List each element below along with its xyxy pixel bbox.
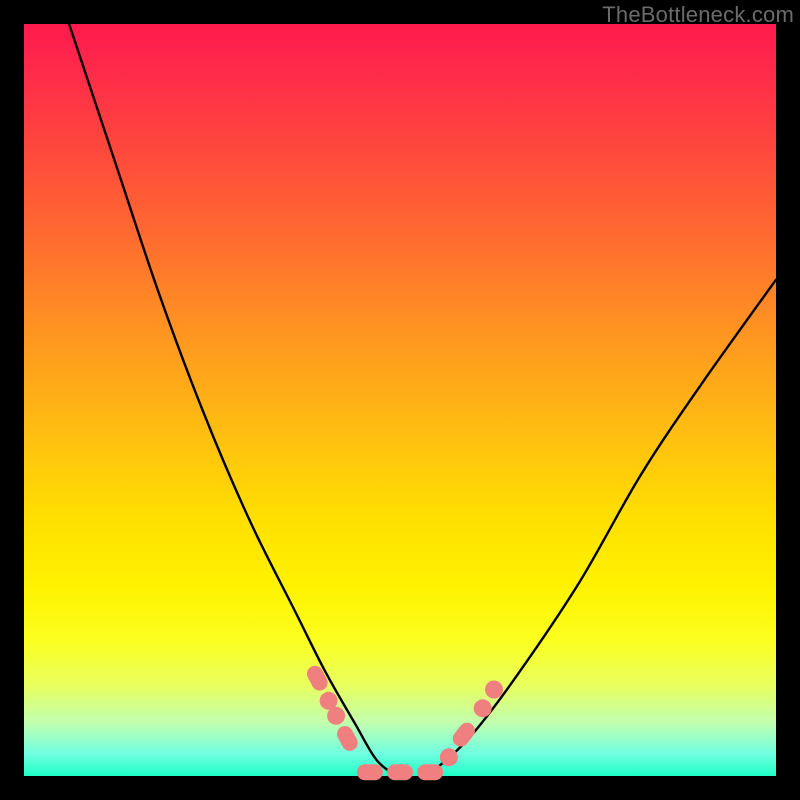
trough-marker — [485, 681, 503, 699]
trough-marker — [417, 764, 443, 780]
trough-marker — [304, 663, 330, 693]
trough-marker — [450, 719, 479, 749]
trough-markers — [304, 663, 503, 780]
trough-marker — [387, 764, 413, 780]
bottleneck-curve-svg — [24, 24, 776, 776]
trough-marker — [474, 699, 492, 717]
trough-marker — [357, 764, 383, 780]
watermark-text: TheBottleneck.com — [602, 2, 794, 28]
bottleneck-curve — [69, 24, 776, 778]
plot-area — [24, 24, 776, 776]
trough-marker — [440, 748, 458, 766]
trough-marker — [327, 707, 345, 725]
chart-frame: TheBottleneck.com — [0, 0, 800, 800]
